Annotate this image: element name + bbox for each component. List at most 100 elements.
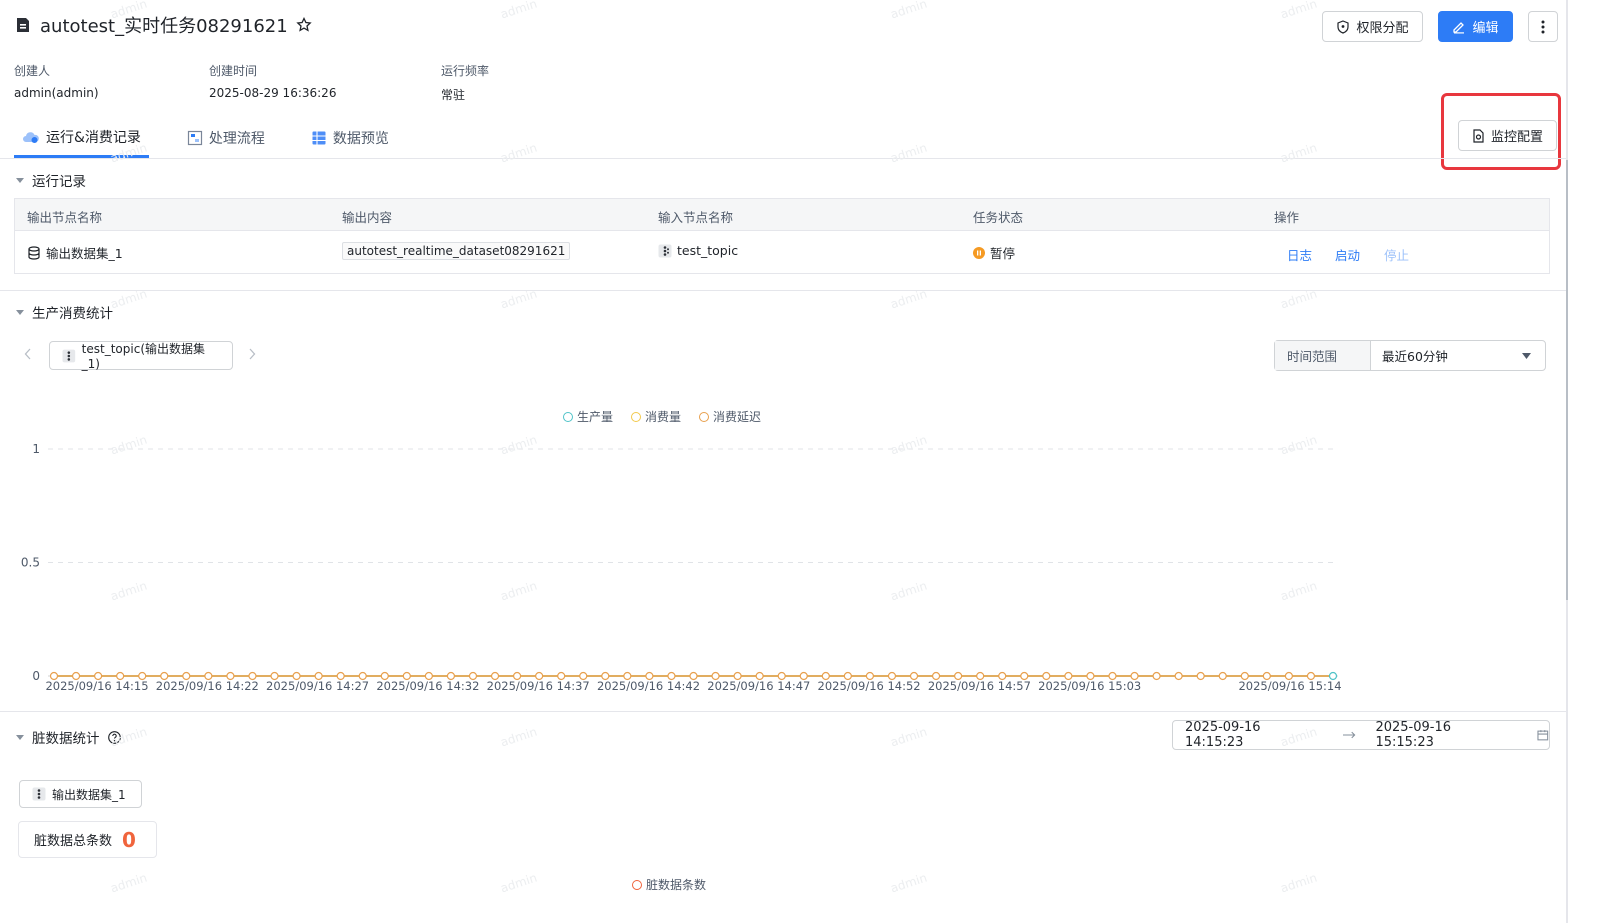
- col-status: 任务状态: [973, 210, 1024, 225]
- data-point: [954, 671, 963, 681]
- dirty-node-tab[interactable]: 输出数据集_1: [19, 780, 142, 808]
- run-records-header[interactable]: 运行记录: [16, 170, 86, 190]
- x-tick-label: 2025/09/16 15:14: [1238, 679, 1341, 693]
- watermark-text: admin: [498, 724, 539, 750]
- task-icon: [17, 18, 29, 32]
- edit-icon: [1453, 21, 1465, 33]
- cell-output-node: 输出数据集_1: [27, 243, 123, 262]
- data-point: [755, 671, 764, 681]
- more-vertical-icon: [1541, 20, 1545, 33]
- data-point: [689, 671, 698, 681]
- page-title: autotest_实时任务08291621: [40, 16, 288, 37]
- section-divider: [0, 290, 1566, 291]
- watermark-text: admin: [498, 140, 539, 166]
- cell-status: 暂停: [973, 243, 1015, 262]
- date-end[interactable]: 2025-09-16 15:15:23: [1375, 720, 1509, 750]
- data-point: [821, 671, 830, 681]
- data-point: [1284, 671, 1293, 681]
- dirty-header[interactable]: 脏数据统计: [16, 727, 121, 747]
- cell-output-content: autotest_realtime_dataset08291621: [342, 242, 571, 260]
- data-point: [733, 671, 742, 681]
- data-point: [490, 671, 500, 681]
- creator-value: admin(admin): [14, 86, 99, 100]
- log-link[interactable]: 日志: [1287, 245, 1312, 264]
- scrollbar-thumb[interactable]: [1566, 160, 1568, 600]
- collapse-caret-icon: [16, 177, 24, 183]
- collapse-caret-icon: [16, 734, 24, 740]
- created-value: 2025-08-29 16:36:26: [209, 86, 337, 100]
- permission-button[interactable]: 权限分配: [1322, 11, 1423, 42]
- data-point: [1020, 671, 1029, 681]
- more-button[interactable]: [1528, 11, 1558, 42]
- x-tick-label: 2025/09/16 14:42: [597, 679, 700, 693]
- stats-header[interactable]: 生产消费统计: [16, 302, 113, 322]
- data-point: [976, 671, 985, 681]
- data-point: [1152, 671, 1161, 681]
- legend-item[interactable]: 消费延迟: [699, 408, 761, 425]
- data-point: [358, 671, 367, 681]
- legend-marker: [699, 411, 710, 422]
- data-point: [1064, 671, 1073, 681]
- col-output-node: 输出节点名称: [27, 210, 103, 225]
- legend-item[interactable]: 生产量: [563, 408, 613, 425]
- date-range-picker[interactable]: 2025-09-16 14:15:23 2025-09-16 15:15:23: [1172, 720, 1550, 750]
- start-link[interactable]: 启动: [1335, 245, 1360, 264]
- chevron-right-icon[interactable]: [248, 348, 256, 360]
- time-range-label: 时间范围: [1275, 341, 1371, 370]
- monitor-config-button[interactable]: 监控配置: [1458, 120, 1557, 151]
- data-point: [931, 671, 941, 681]
- data-point: [579, 671, 588, 681]
- data-point: [49, 671, 59, 681]
- data-point: [380, 671, 389, 681]
- output-content-tag: autotest_realtime_dataset08291621: [342, 242, 571, 260]
- data-point: [1130, 671, 1139, 681]
- x-tick-label: 2025/09/16 14:15: [45, 679, 148, 693]
- y-tick-label: 0.5: [21, 556, 40, 570]
- x-tick-label: 2025/09/16 14:37: [487, 679, 590, 693]
- dirty-total-value: 0: [122, 827, 136, 852]
- data-point: [799, 671, 808, 681]
- data-point: [94, 671, 103, 681]
- data-point: [1306, 671, 1316, 681]
- star-icon[interactable]: [296, 17, 312, 33]
- data-point: [623, 671, 632, 681]
- kafka-topic-icon: [62, 349, 76, 362]
- time-range-value: 最近60分钟: [1382, 349, 1448, 364]
- data-point: [535, 671, 544, 681]
- data-point: [402, 671, 411, 681]
- watermark-text: admin: [1278, 0, 1319, 22]
- watermark-text: admin: [888, 724, 929, 750]
- y-tick-label: 1: [32, 442, 40, 456]
- stop-link[interactable]: 停止: [1384, 245, 1409, 264]
- data-point: [601, 671, 610, 681]
- dirty-total-card: 脏数据总条数 0: [18, 821, 157, 858]
- topic-tab[interactable]: test_topic(输出数据集_1): [49, 341, 233, 371]
- line-chart: 1 0.5 0 2025/09/16 14:15 2025/09/16 14:22 202…: [21, 442, 1342, 693]
- watermark-text: admin: [1278, 140, 1319, 166]
- edit-button[interactable]: 编辑: [1438, 11, 1513, 42]
- tab-process-flow[interactable]: 处理流程: [179, 118, 273, 158]
- chevron-left-icon[interactable]: [24, 348, 32, 360]
- data-point: [138, 671, 147, 681]
- x-tick-label: 2025/09/16 14:27: [266, 679, 369, 693]
- monitor-icon: [1473, 128, 1484, 143]
- table-row: 输出数据集_1 autotest_realtime_dataset0829162…: [15, 231, 1549, 273]
- watermark-text: admin: [1278, 870, 1319, 896]
- run-records-table: 输出节点名称 输出内容 输入节点名称 任务状态 操作 输出数据集_1 autot…: [14, 198, 1550, 274]
- data-point: [204, 671, 213, 681]
- data-point: [314, 671, 323, 681]
- legend-item[interactable]: 消费量: [631, 408, 681, 425]
- dirty-total-label: 脏数据总条数: [34, 834, 113, 849]
- data-point: [512, 671, 522, 681]
- tab-bar: 运行&消费记录 处理流程 数据预览: [14, 118, 427, 158]
- data-point: [711, 671, 720, 681]
- collapse-caret-icon: [16, 309, 24, 315]
- dirty-legend-item[interactable]: 脏数据条数: [632, 876, 706, 893]
- data-point: [557, 671, 566, 681]
- tab-data-preview[interactable]: 数据预览: [303, 118, 397, 158]
- data-point: [887, 671, 897, 681]
- data-point: [1174, 671, 1183, 681]
- time-range-select[interactable]: 时间范围 最近60分钟: [1274, 340, 1546, 371]
- legend-marker: [563, 411, 573, 422]
- data-point: [160, 671, 169, 681]
